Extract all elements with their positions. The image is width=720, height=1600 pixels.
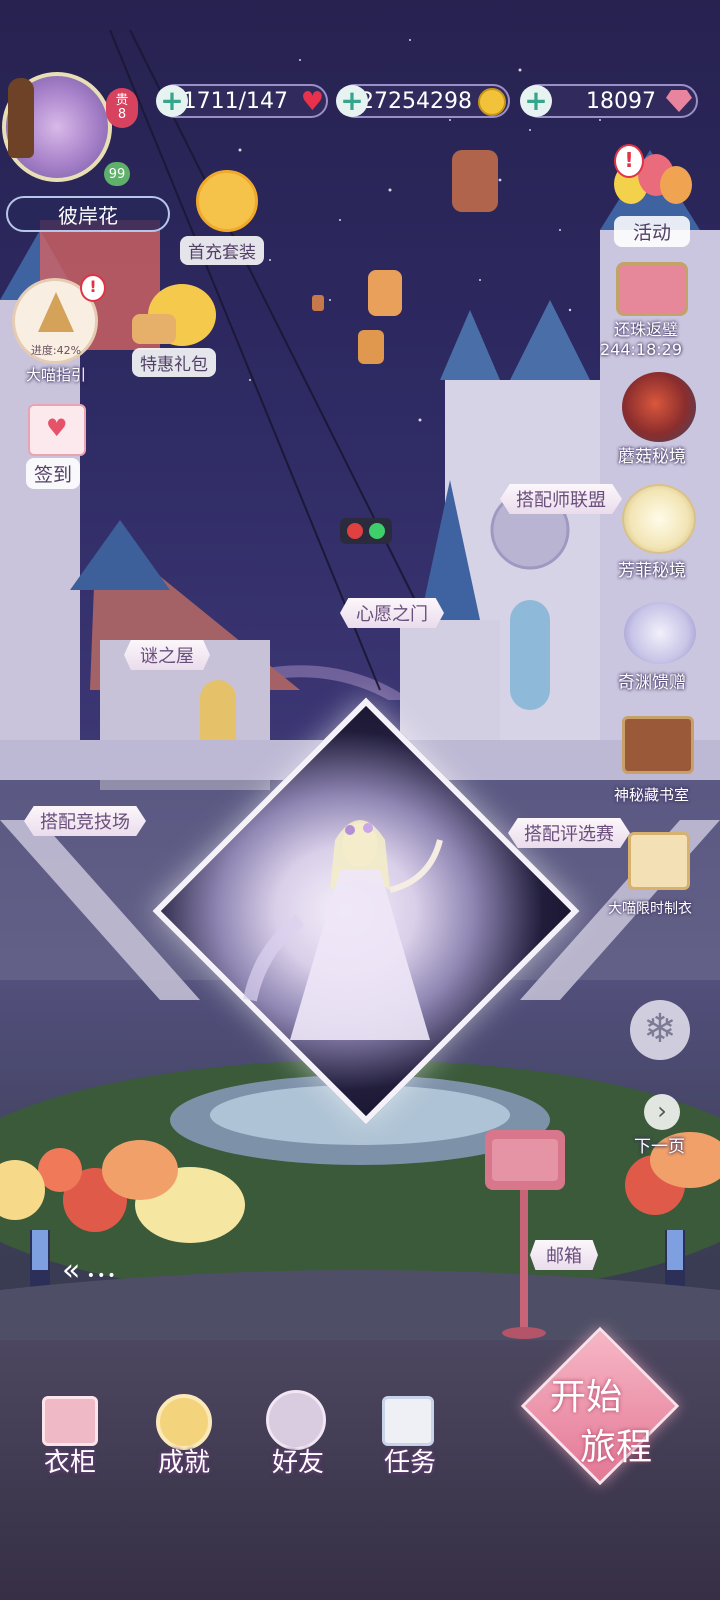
selection-contest-label: 搭配评选赛: [524, 824, 614, 845]
diamond-icon: [666, 90, 692, 112]
wish-gate-label: 心愿之门: [356, 604, 428, 625]
gold-counter[interactable]: + 27254298: [336, 84, 510, 118]
add-diamond-icon[interactable]: +: [520, 85, 552, 117]
fox-icon: [8, 78, 34, 158]
secret-library-label: 神秘藏书室: [614, 786, 690, 804]
arena-label: 搭配竞技场: [40, 812, 130, 833]
stylist-union-label: 搭配师联盟: [516, 490, 606, 511]
return-pearl-label: 还珠返璧: [614, 320, 679, 339]
seashell-icon: [624, 602, 696, 664]
next-page-label: 下一页: [634, 1137, 685, 1157]
abyss-gift-label: 奇渊馈赠: [618, 673, 686, 693]
player-level-value: 99: [108, 166, 126, 182]
butterfly-icon: [622, 484, 696, 554]
gift-box-icon: [616, 262, 688, 316]
add-stamina-icon[interactable]: +: [156, 85, 188, 117]
special-pack-label: 特惠礼包: [132, 348, 216, 377]
task-list-icon: [382, 1396, 434, 1446]
add-gold-icon[interactable]: +: [336, 85, 368, 117]
start-journey-line2: 旅程: [580, 1427, 653, 1468]
gold-coin-icon: [478, 88, 506, 116]
snowflake-icon[interactable]: ❄: [630, 1000, 690, 1060]
mushroom-icon: [622, 372, 696, 442]
friends-button[interactable]: 好友: [248, 1390, 348, 1490]
checkin-label: 签到: [26, 458, 81, 489]
first-recharge-label: 首充套装: [180, 236, 264, 265]
start-journey-line1: 开始: [550, 1377, 623, 1418]
wardrobe-button[interactable]: 衣柜: [20, 1390, 120, 1490]
secret-library-button[interactable]: 神秘藏书室: [604, 706, 714, 816]
piggy-icon: [196, 170, 258, 232]
game-scene: 贵 8 99 彼岸花 + 51711/147 ♥ + 27254298 + 18…: [0, 0, 720, 1600]
tasks-label: 任务: [383, 1448, 436, 1478]
arena-sign[interactable]: 搭配竞技场: [24, 806, 146, 836]
mystery-house-label: 谜之屋: [140, 646, 194, 667]
mailbox[interactable]: [480, 1125, 570, 1345]
heart-icon: ♥: [300, 87, 324, 117]
diamond-counter[interactable]: + 18097: [520, 84, 698, 118]
selection-contest-sign[interactable]: 搭配评选赛: [508, 818, 630, 848]
expand-chat-icon[interactable]: « •••: [62, 1256, 132, 1286]
player-name[interactable]: 彼岸花: [6, 196, 170, 232]
friends-icon: [266, 1390, 326, 1450]
start-journey-button[interactable]: 开始 旅程: [520, 1326, 680, 1486]
abyss-gift-button[interactable]: 奇渊馈赠: [610, 596, 710, 696]
achievement-label: 成就: [157, 1448, 210, 1478]
wardrobe-icon: [42, 1396, 98, 1446]
activity-label: 活动: [614, 216, 690, 247]
return-pearl-timer: 244:18:29: [600, 340, 683, 359]
player-name-text: 彼岸花: [58, 203, 118, 228]
stamina-counter[interactable]: + 51711/147 ♥: [156, 84, 328, 118]
special-pack-button[interactable]: 特惠礼包: [128, 284, 228, 379]
fangfei-realm-button[interactable]: 芳菲秘境: [610, 484, 710, 584]
chevron-right-icon: ›: [644, 1094, 680, 1130]
vip-prefix: 贵: [115, 93, 129, 109]
activity-alert-icon: !: [614, 144, 644, 178]
vip-level: 8: [117, 107, 127, 122]
timed-tailor-label: 大喵限时制衣: [608, 901, 692, 917]
stylist-union-sign[interactable]: 搭配师联盟: [500, 484, 622, 514]
guide-button[interactable]: 进度:42% ! 大喵指引: [8, 274, 106, 384]
first-recharge-button[interactable]: 首充套装: [180, 170, 274, 265]
wish-gate-sign[interactable]: 心愿之门: [340, 598, 444, 628]
mailbox-label: 邮箱: [546, 1246, 582, 1267]
mushroom-realm-label: 蘑菇秘境: [618, 447, 686, 467]
mystery-house-sign[interactable]: 谜之屋: [124, 640, 210, 670]
checkin-button[interactable]: ♥ 签到: [24, 404, 94, 489]
guide-alert-icon: !: [80, 274, 106, 302]
cat-card-icon: [628, 832, 690, 890]
vip-badge[interactable]: 贵 8: [106, 88, 138, 128]
wardrobe-label: 衣柜: [43, 1448, 96, 1478]
tasks-button[interactable]: 任务: [360, 1390, 460, 1490]
coin-stack-icon: [132, 314, 176, 344]
character-figure: [243, 820, 443, 1040]
fangfei-realm-label: 芳菲秘境: [618, 561, 686, 581]
achievement-button[interactable]: 成就: [134, 1390, 234, 1490]
heart-icon: ♥: [46, 414, 68, 442]
next-page-button[interactable]: › 下一页: [626, 1094, 706, 1164]
mailbox-sign[interactable]: 邮箱: [530, 1240, 598, 1270]
mushroom-realm-button[interactable]: 蘑菇秘境: [610, 372, 710, 472]
book-icon: [622, 716, 694, 774]
friends-label: 好友: [271, 1448, 324, 1478]
guide-label: 大喵指引: [26, 366, 87, 384]
guide-progress: 进度:42%: [30, 344, 82, 357]
gold-value: 27254298: [360, 88, 472, 114]
activity-button[interactable]: ! 活动: [606, 144, 706, 247]
diamond-value: 18097: [586, 88, 656, 114]
return-pearl-button[interactable]: 还珠返璧 244:18:29: [598, 254, 708, 364]
player-level: 99: [104, 162, 130, 186]
